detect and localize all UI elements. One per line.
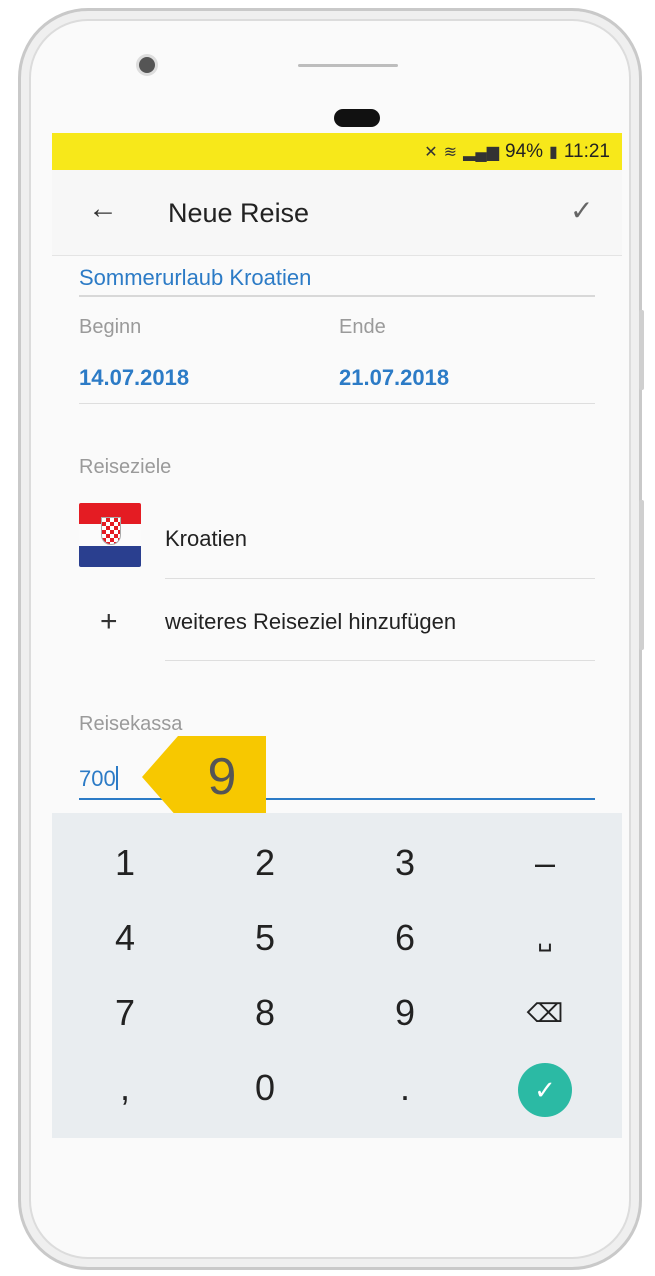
destinations-label: Reiseziele [79, 456, 172, 478]
key-1[interactable]: 1 [75, 828, 175, 898]
date-divider [79, 403, 595, 404]
key-minus[interactable]: – [495, 828, 595, 898]
key-period[interactable]: . [355, 1053, 455, 1123]
end-date[interactable]: 21.07.2018 [339, 365, 449, 391]
key-comma[interactable]: , [75, 1053, 175, 1123]
begin-label: Beginn [79, 316, 142, 338]
speaker-icon [334, 109, 380, 127]
budget-label: Reisekassa [79, 713, 183, 735]
app-bar: ← Neue Reise ✓ [52, 170, 622, 256]
key-6[interactable]: 6 [355, 903, 455, 973]
add-destination-divider [165, 660, 595, 661]
key-4[interactable]: 4 [75, 903, 175, 973]
earpiece-line [298, 64, 398, 67]
status-bar: ✕ ≋ ▂▄▆ 94% ▮ 11:21 [52, 133, 622, 170]
mute-icon: ✕ [424, 143, 438, 161]
page-title: Neue Reise [168, 198, 310, 228]
end-label: Ende [339, 316, 386, 338]
key-7[interactable]: 7 [75, 978, 175, 1048]
backspace-icon[interactable]: ⌫ [495, 978, 595, 1048]
key-2[interactable]: 2 [215, 828, 315, 898]
croatia-flag-icon [79, 503, 141, 567]
volume-button [639, 310, 644, 390]
destination-item[interactable]: Kroatien [165, 526, 247, 552]
app-screen: ✕ ≋ ▂▄▆ 94% ▮ 11:21 ← Neue Reise ✓ Somme… [52, 133, 622, 1138]
text-cursor [115, 766, 118, 790]
back-arrow-icon[interactable]: ← [88, 192, 118, 226]
key-5[interactable]: 5 [215, 903, 315, 973]
add-icon[interactable]: + [100, 605, 118, 639]
annotation-arrow-icon [142, 736, 178, 818]
battery-level: 94% [505, 140, 544, 162]
add-destination-button[interactable]: weiteres Reiseziel hinzufügen [165, 609, 456, 635]
step-annotation: 9 [142, 736, 266, 818]
key-3[interactable]: 3 [355, 828, 455, 898]
trip-name-field[interactable]: Sommerurlaub Kroatien [79, 261, 595, 297]
key-0[interactable]: 0 [215, 1053, 315, 1123]
destination-divider [165, 578, 595, 579]
key-9[interactable]: 9 [355, 978, 455, 1048]
wifi-icon: ≋ [443, 143, 458, 161]
numeric-keyboard: 1 2 3 – 4 5 6 ␣ 7 8 9 ⌫ , 0 . ✓ [52, 813, 622, 1138]
clock: 11:21 [563, 140, 610, 162]
begin-date[interactable]: 14.07.2018 [79, 365, 189, 391]
camera-icon [139, 57, 155, 73]
space-key-icon[interactable]: ␣ [495, 903, 595, 973]
step-number: 9 [178, 736, 266, 818]
confirm-check-icon[interactable]: ✓ [570, 194, 593, 227]
battery-icon: ▮ [549, 143, 558, 161]
key-8[interactable]: 8 [215, 978, 315, 1048]
enter-check-icon[interactable]: ✓ [518, 1063, 572, 1117]
budget-value: 700 [79, 766, 116, 791]
power-button [639, 500, 644, 650]
signal-icon: ▂▄▆ [463, 143, 500, 161]
